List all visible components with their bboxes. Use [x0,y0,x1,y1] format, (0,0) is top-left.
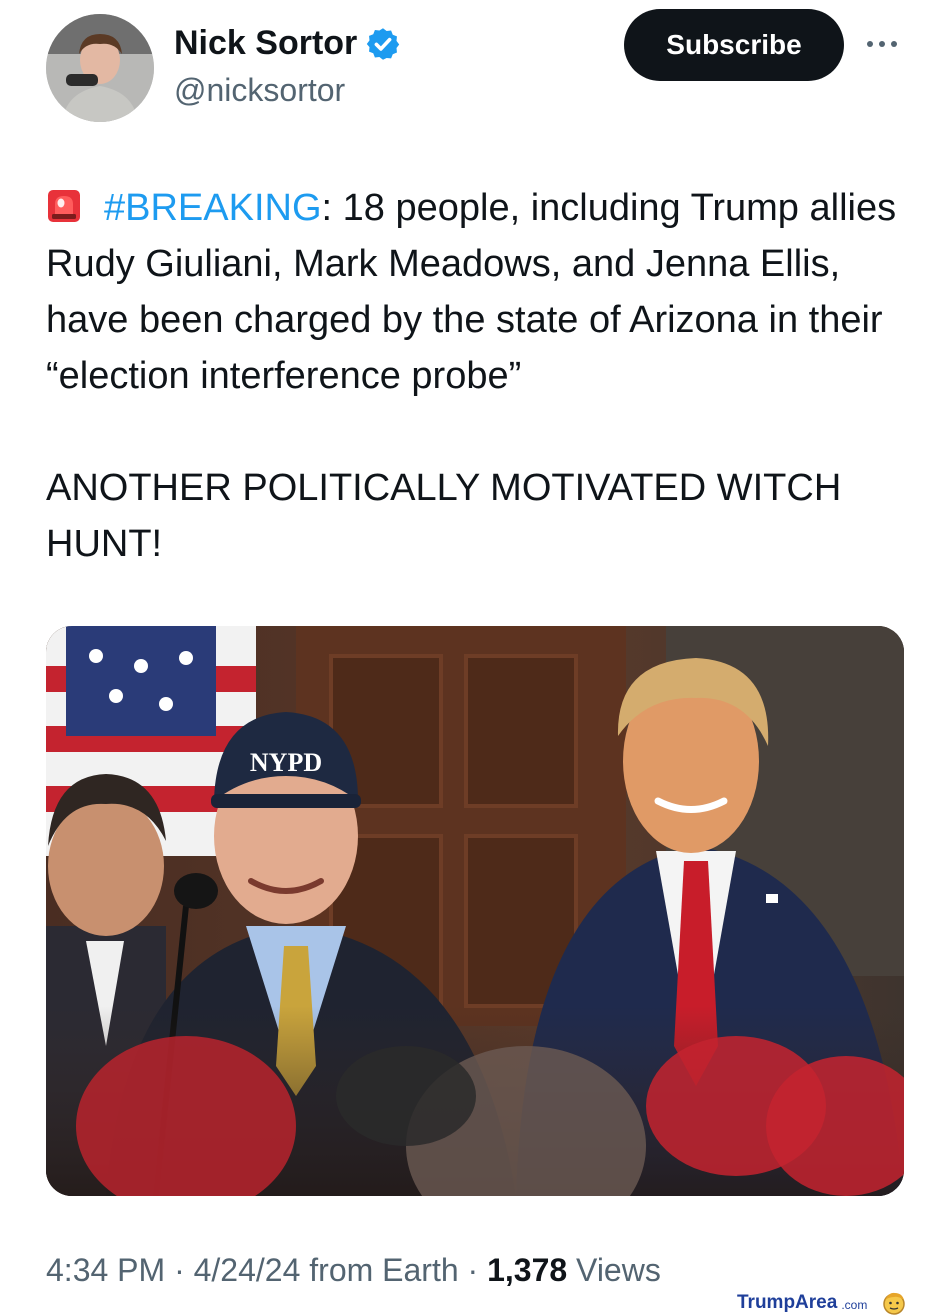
tweet-text: #BREAKING: 18 people, including Trump al… [46,180,916,572]
tweet-paragraph-1: #BREAKING: 18 people, including Trump al… [46,180,916,404]
author-display-name[interactable]: Nick Sortor [174,24,357,63]
meta-separator: · [165,1252,194,1288]
tweet-photo: NYPD [46,626,904,1196]
avatar[interactable] [46,14,154,122]
meta-separator: · [458,1252,488,1288]
rotating-light-icon [48,190,80,222]
tweet-media-image[interactable]: NYPD [46,626,904,1196]
watermark-brand: TrumpArea [737,1292,838,1313]
watermark-suffix: .com [841,1298,868,1312]
tweet-time[interactable]: 4:34 PM [46,1252,165,1288]
hashtag-link[interactable]: #BREAKING [104,187,322,229]
tweet-source: from Earth [309,1252,459,1288]
tweet-paragraph-2: ANOTHER POLITICALLY MOTIVATED WITCH HUNT… [46,467,842,565]
views-label: Views [576,1252,661,1288]
hat-text: NYPD [250,748,322,777]
views-count: 1,378 [487,1252,568,1288]
watermark-mascot-icon [883,1292,906,1315]
author-name-row[interactable]: Nick Sortor [174,24,401,63]
tweet-meta: 4:34 PM · 4/24/24 from Earth · 1,378 Vie… [46,1252,661,1289]
verified-badge-icon [367,27,400,60]
more-options-icon[interactable] [864,34,900,54]
watermark: TrumpArea .com [737,1290,907,1316]
subscribe-button[interactable]: Subscribe [624,9,844,81]
author-handle[interactable]: @nicksortor [174,72,345,109]
tweet-date[interactable]: 4/24/24 [194,1252,301,1288]
avatar-photo [46,14,154,122]
